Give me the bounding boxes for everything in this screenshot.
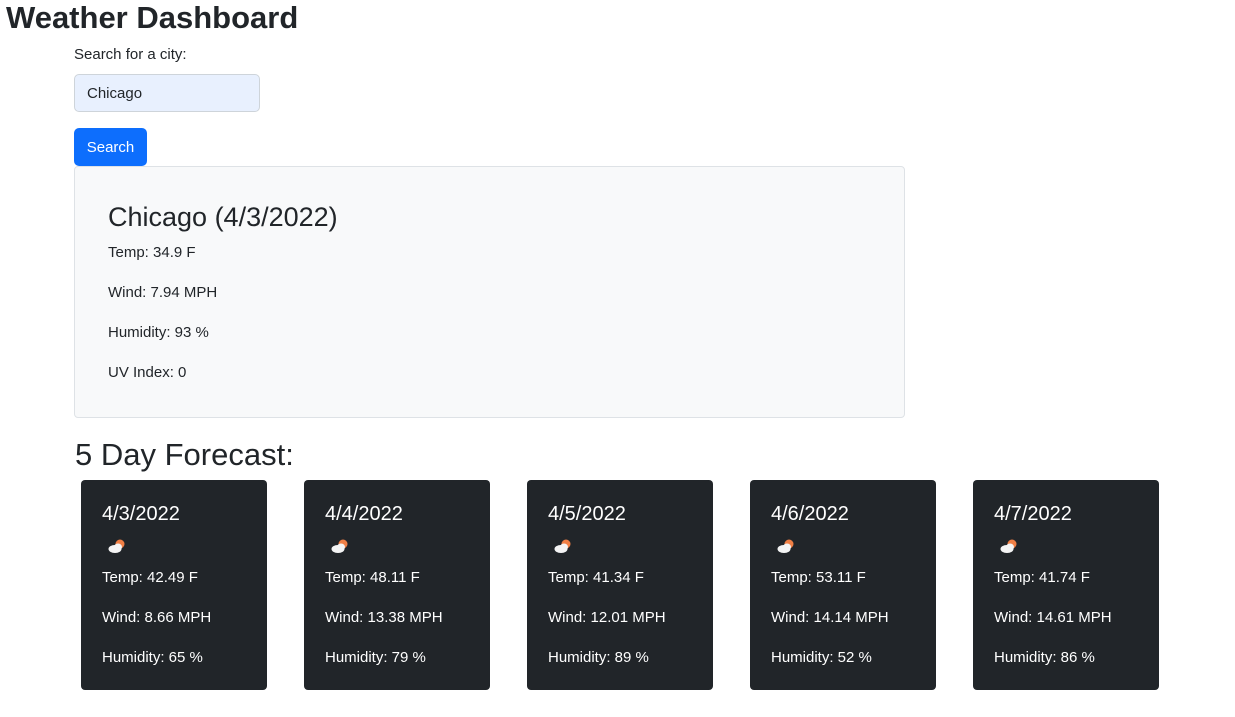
page-title: Weather Dashboard <box>6 0 299 35</box>
search-button[interactable]: Search <box>74 128 147 166</box>
current-humidity: Humidity: 93 % <box>108 324 209 341</box>
forecast-wind: Wind: 14.14 MPH <box>771 609 889 626</box>
forecast-wind: Wind: 13.38 MPH <box>325 609 443 626</box>
forecast-humidity: Humidity: 52 % <box>771 649 872 666</box>
partly-cloudy-icon <box>1000 539 1017 553</box>
forecast-temp: Temp: 48.11 F <box>325 569 420 586</box>
forecast-wind: Wind: 14.61 MPH <box>994 609 1112 626</box>
partly-cloudy-icon <box>108 539 125 553</box>
forecast-humidity: Humidity: 86 % <box>994 649 1095 666</box>
forecast-wind: Wind: 8.66 MPH <box>102 609 212 626</box>
current-city-heading: Chicago (4/3/2022) <box>108 202 338 232</box>
forecast-card: 4/6/2022 Temp: 53.11 F Wind: 14.14 MPH H… <box>750 480 936 690</box>
partly-cloudy-icon <box>554 539 571 553</box>
forecast-card: 4/4/2022 Temp: 48.11 F Wind: 13.38 MPH H… <box>304 480 490 690</box>
forecast-temp: Temp: 42.49 F <box>102 569 198 586</box>
forecast-card: 4/7/2022 Temp: 41.74 F Wind: 14.61 MPH H… <box>973 480 1159 690</box>
current-wind: Wind: 7.94 MPH <box>108 284 218 301</box>
current-weather-card: Chicago (4/3/2022) Temp: 34.9 F Wind: 7.… <box>74 166 905 418</box>
search-label: Search for a city: <box>74 46 187 63</box>
current-uv-index: UV Index: 0 <box>108 364 187 381</box>
city-search-input[interactable] <box>74 74 260 112</box>
forecast-wind: Wind: 12.01 MPH <box>548 609 666 626</box>
forecast-card: 4/3/2022 Temp: 42.49 F Wind: 8.66 MPH Hu… <box>81 480 267 690</box>
forecast-humidity: Humidity: 65 % <box>102 649 203 666</box>
partly-cloudy-icon <box>331 539 348 553</box>
forecast-date: 4/7/2022 <box>994 503 1072 525</box>
forecast-card: 4/5/2022 Temp: 41.34 F Wind: 12.01 MPH H… <box>527 480 713 690</box>
forecast-date: 4/5/2022 <box>548 503 626 525</box>
forecast-humidity: Humidity: 89 % <box>548 649 649 666</box>
forecast-date: 4/4/2022 <box>325 503 403 525</box>
partly-cloudy-icon <box>777 539 794 553</box>
forecast-title: 5 Day Forecast: <box>75 437 294 472</box>
forecast-temp: Temp: 41.74 F <box>994 569 1090 586</box>
forecast-humidity: Humidity: 79 % <box>325 649 426 666</box>
current-temp: Temp: 34.9 F <box>108 244 196 261</box>
forecast-date: 4/3/2022 <box>102 503 180 525</box>
forecast-temp: Temp: 41.34 F <box>548 569 644 586</box>
forecast-date: 4/6/2022 <box>771 503 849 525</box>
forecast-temp: Temp: 53.11 F <box>771 569 866 586</box>
